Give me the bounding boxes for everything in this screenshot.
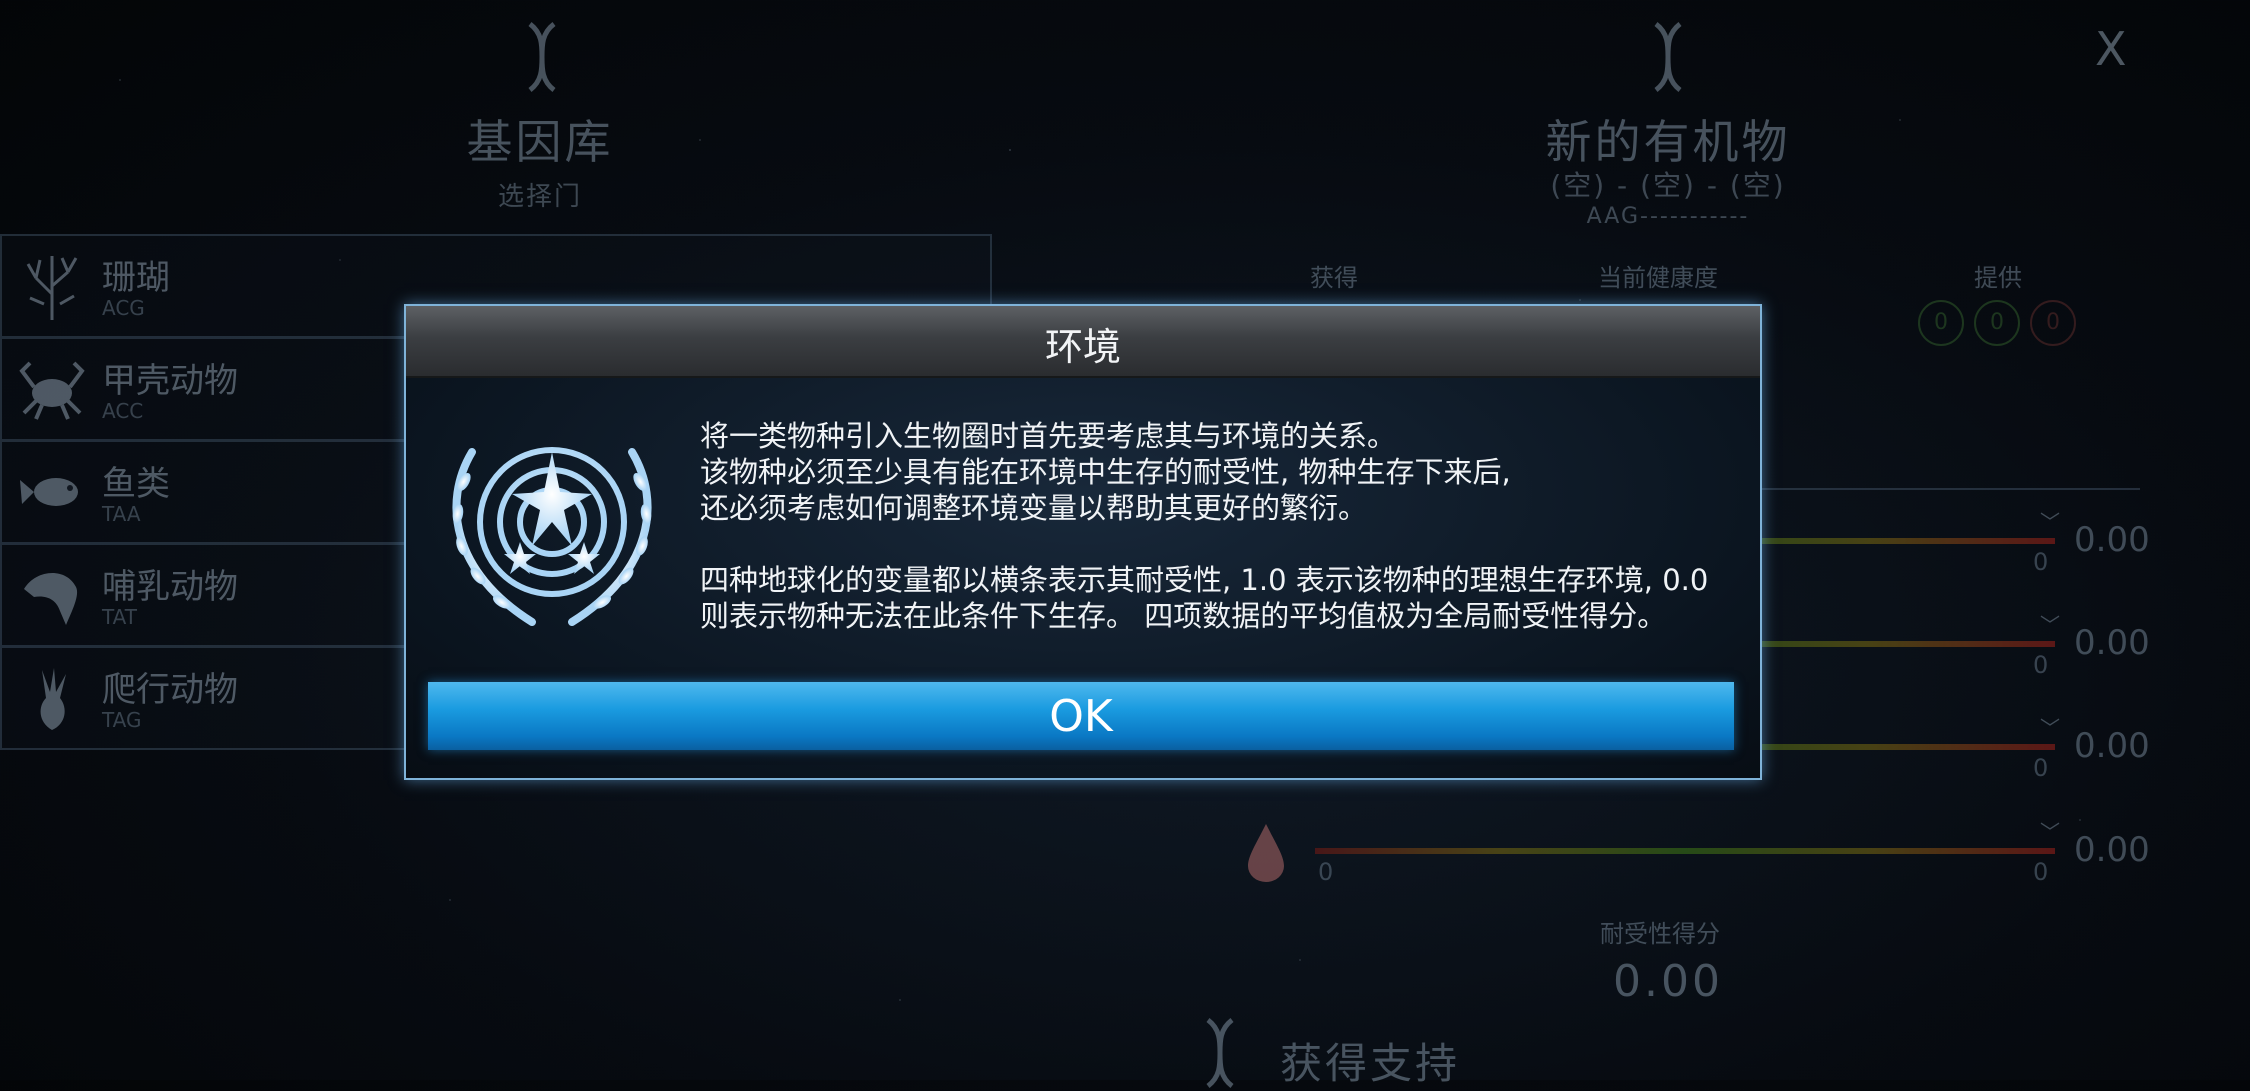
dialog-line: 该物种必须至少具有能在环境中生存的耐受性, 物种生存下来后, [700,455,1511,489]
bar-max-label: 0 [2033,651,2049,679]
chevron-down-icon: ﹀ [2040,613,2060,637]
chevron-down-icon: ﹀ [2040,716,2060,740]
get-support-label[interactable]: 获得支持 [1280,1030,1500,1091]
phylum-name: 甲壳动物 [102,361,238,401]
phylum-name: 哺乳动物 [102,567,238,607]
dna-icon [528,22,556,92]
bar-value: 0.00 [2074,830,2150,870]
provide-circle: 0 [1974,300,2020,346]
bar-max-label: 0 [2033,858,2049,886]
provide-circle: 0 [2030,300,2076,346]
chevron-down-icon: ﹀ [2040,510,2060,534]
dna-icon [1654,22,1682,92]
provide-circle: 0 [1918,300,1964,346]
bar-max-label: 0 [2033,548,2049,576]
health-header: 当前健康度 [1598,264,1718,292]
bar-value: 0.00 [2074,623,2150,663]
gain-header: 获得 [1310,264,1358,292]
dialog-line: 将一类物种引入生物圈时首先要考虑其与环境的关系。 [700,419,1397,453]
dialog-header: 环境 [406,306,1760,378]
ok-button[interactable]: OK [428,682,1734,750]
coral-icon [26,256,78,320]
dialog-title: 环境 [1044,325,1121,369]
dialog-line: 还必须考虑如何调整环境变量以帮助其更好的繁衍。 [700,491,1368,525]
bar-value: 0.00 [2074,726,2150,766]
dialog-body: 将一类物种引入生物圈时首先要考虑其与环境的关系。 该物种必须至少具有能在环境中生… [700,418,1730,634]
tolerance-score-label: 耐受性得分 [1600,920,1720,948]
fish-icon [20,478,78,506]
dna-icon [1206,1018,1234,1088]
water-drop-icon [1248,824,1284,882]
divider [1760,488,2140,490]
close-button[interactable]: X [2095,22,2127,76]
chevron-down-icon: ﹀ [2040,820,2060,844]
organism-slots: (空) - (空) - (空) [1550,169,1786,202]
phylum-name: 珊瑚 [102,258,170,298]
phylum-code: ACC [102,399,144,423]
tolerance-score-value: 0.00 [1613,956,1723,1007]
environment-dialog: 环境 将一类物种引入生物圈时首先要考虑其与环境的关系。 该物种必须至少具有能在环… [404,304,1762,780]
dialog-line: 四种地球化的变量都以横条表示其耐受性, 1.0 表示该物种的理想生存环境, 0.… [700,563,1709,597]
phylum-name: 爬行动物 [102,670,238,710]
dialog-line: 则表示物种无法在此条件下生存。 四项数据的平均值极为全局耐受性得分。 [700,599,1667,633]
gene-bank-subtitle: 选择门 [497,182,582,212]
tolerance-bar[interactable] [1315,848,2055,854]
phylum-name: 鱼类 [102,464,170,504]
phylum-code: ACG [102,296,145,320]
new-organism-title: 新的有机物 [1545,115,1791,169]
bar-value: 0.00 [2074,520,2150,560]
bar-min-label: 0 [1318,858,1334,886]
dolphin-icon [24,572,78,625]
crab-icon [19,361,85,420]
organism-sequence: AAG----------- [1586,204,1750,229]
footprint-icon [40,668,66,730]
provide-header: 提供 [1974,264,2022,292]
phylum-code: TAG [102,708,142,732]
gene-bank-title: 基因库 [466,115,614,169]
emblem-icon [452,447,652,626]
phylum-code: TAA [102,502,141,526]
bar-max-label: 0 [2033,754,2049,782]
phylum-code: TAT [102,605,138,629]
